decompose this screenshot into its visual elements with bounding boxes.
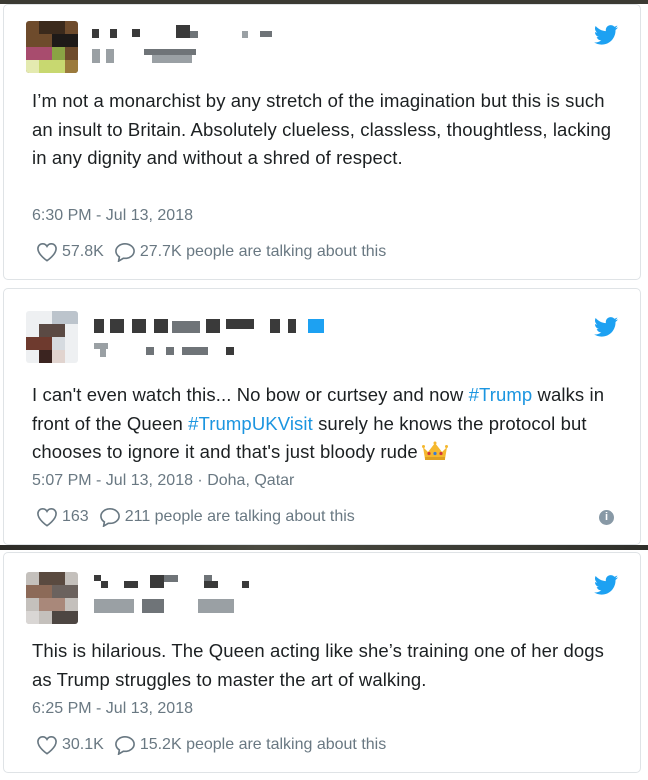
tweet-actions: 30.1K 15.2K people are talking about thi… xyxy=(36,735,396,755)
like-button[interactable]: 57.8K xyxy=(36,242,104,262)
info-icon[interactable]: i xyxy=(599,510,614,525)
talking-count: 27.7K people are talking about this xyxy=(139,243,387,260)
twitter-bird-icon[interactable] xyxy=(594,575,618,595)
heart-icon xyxy=(37,507,57,527)
like-count: 30.1K xyxy=(62,736,104,753)
tweet-timestamp[interactable]: 6:25 PM - Jul 13, 2018 xyxy=(32,700,193,718)
tweet-text: I can't even watch this... No bow or cur… xyxy=(32,381,618,470)
speech-bubble-icon xyxy=(99,507,120,527)
tweet-timestamp[interactable]: 6:30 PM - Jul 13, 2018 xyxy=(32,207,193,225)
speech-bubble-icon xyxy=(114,735,135,755)
talking-count: 15.2K people are talking about this xyxy=(139,736,387,753)
hashtag-link[interactable]: #TrumpUKVisit xyxy=(188,413,313,434)
tweet-timestamp[interactable]: 5:07 PM - Jul 13, 2018 · Doha, Qatar xyxy=(32,472,294,490)
tweet-actions: 163 211 people are talking about this xyxy=(36,507,365,527)
like-count: 163 xyxy=(62,508,89,525)
twitter-bird-icon[interactable] xyxy=(594,25,618,45)
timestamp-text[interactable]: 5:07 PM - Jul 13, 2018 xyxy=(32,472,193,489)
author-name[interactable] xyxy=(94,575,254,589)
tweet-location[interactable]: · Doha, Qatar xyxy=(193,472,294,489)
author-name[interactable] xyxy=(94,319,334,333)
tweet-actions: 57.8K 27.7K people are talking about thi… xyxy=(36,242,396,262)
author-handle[interactable] xyxy=(94,343,244,357)
avatar[interactable] xyxy=(26,21,78,73)
author-handle[interactable] xyxy=(92,49,212,63)
reply-talking-link[interactable]: 211 people are talking about this xyxy=(99,507,355,527)
avatar[interactable] xyxy=(26,572,78,624)
reply-talking-link[interactable]: 27.7K people are talking about this xyxy=(114,242,386,262)
tweet-card[interactable]: This is hilarious. The Queen acting like… xyxy=(3,552,641,773)
tweet-text: I’m not a monarchist by any stretch of t… xyxy=(32,90,612,168)
tweet-card[interactable]: I can't even watch this... No bow or cur… xyxy=(3,288,641,545)
timestamp-text[interactable]: 6:30 PM - Jul 13, 2018 xyxy=(32,207,193,224)
author-name[interactable] xyxy=(92,25,282,39)
author-handle[interactable] xyxy=(94,599,244,613)
talking-count: 211 people are talking about this xyxy=(124,508,355,525)
hashtag-link[interactable]: #Trump xyxy=(469,384,533,405)
image-strip-divider xyxy=(0,545,648,550)
tweet-text: This is hilarious. The Queen acting like… xyxy=(32,640,605,690)
speech-bubble-icon xyxy=(114,242,135,262)
heart-icon xyxy=(37,735,57,755)
like-count: 57.8K xyxy=(62,243,104,260)
heart-icon xyxy=(37,242,57,262)
twitter-bird-icon[interactable] xyxy=(594,317,618,337)
like-button[interactable]: 30.1K xyxy=(36,735,104,755)
reply-talking-link[interactable]: 15.2K people are talking about this xyxy=(114,735,386,755)
timestamp-text[interactable]: 6:25 PM - Jul 13, 2018 xyxy=(32,700,193,717)
crown-emoji-icon xyxy=(421,441,448,470)
tweet-text-segment: I can't even watch this... No bow or cur… xyxy=(32,384,469,405)
avatar[interactable] xyxy=(26,311,78,363)
like-button[interactable]: 163 xyxy=(36,507,89,527)
tweet-card[interactable]: I’m not a monarchist by any stretch of t… xyxy=(3,4,641,280)
